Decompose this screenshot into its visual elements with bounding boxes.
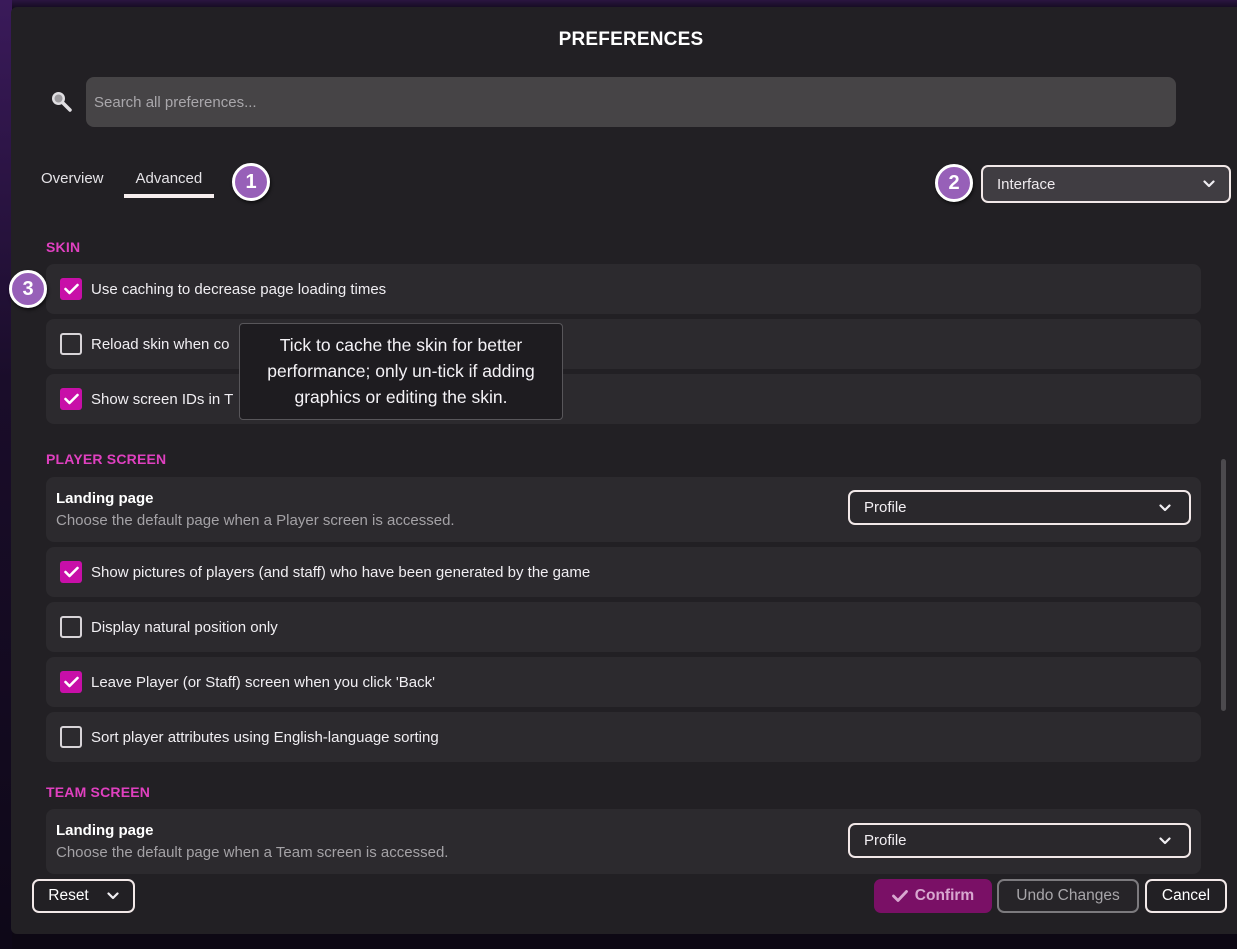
search-icon <box>52 92 72 112</box>
section-title-player-screen: PLAYER SCREEN <box>46 451 167 467</box>
landing-page-description: Choose the default page when a Team scre… <box>56 844 449 861</box>
annotation-badge-1: 1 <box>232 163 270 201</box>
chevron-down-icon <box>1159 503 1171 511</box>
checkmark-icon <box>63 676 79 688</box>
checkbox-show-screen-ids[interactable] <box>60 388 82 410</box>
setting-row-reload-skin[interactable]: Reload skin when co <box>46 319 1201 369</box>
setting-label: Show pictures of players (and staff) who… <box>91 563 591 581</box>
confirm-button[interactable]: Confirm <box>874 879 992 913</box>
checkmark-icon <box>63 393 79 405</box>
player-landing-page-dropdown[interactable]: Profile <box>848 490 1191 525</box>
reset-button[interactable]: Reset <box>32 879 135 913</box>
checkbox-leave-player-screen[interactable] <box>60 671 82 693</box>
scrollbar[interactable] <box>1221 459 1226 711</box>
tab-advanced[interactable]: Advanced <box>123 162 215 198</box>
setting-label: Reload skin when co <box>91 335 230 353</box>
team-landing-page-dropdown[interactable]: Profile <box>848 823 1191 858</box>
tab-overview[interactable]: Overview <box>29 162 116 197</box>
setting-row-team-landing-page: Landing page Choose the default page whe… <box>46 809 1201 874</box>
landing-page-title: Landing page <box>56 822 154 839</box>
landing-page-title: Landing page <box>56 490 154 507</box>
checkbox-natural-position[interactable] <box>60 616 82 638</box>
dialog-title: PREFERENCES <box>558 29 704 50</box>
setting-row-show-screen-ids[interactable]: Show screen IDs in T <box>46 374 1201 424</box>
chevron-down-icon <box>1159 836 1171 844</box>
setting-row-show-pictures[interactable]: Show pictures of players (and staff) who… <box>46 547 1201 597</box>
preferences-dialog: PREFERENCES Overview Advanced 1 2 Interf… <box>9 7 1237 934</box>
section-title-skin: SKIN <box>46 239 81 255</box>
checkbox-show-pictures[interactable] <box>60 561 82 583</box>
setting-label: Display natural position only <box>91 618 278 636</box>
checkmark-icon <box>63 283 79 295</box>
tooltip: Tick to cache the skin for better perfor… <box>239 323 563 420</box>
annotation-badge-3: 3 <box>9 270 47 308</box>
confirm-label: Confirm <box>914 887 975 904</box>
setting-row-player-landing-page: Landing page Choose the default page whe… <box>46 477 1201 542</box>
category-dropdown[interactable]: Interface <box>981 165 1231 203</box>
tab-bar: Overview Advanced <box>29 162 222 198</box>
setting-row-use-caching[interactable]: Use caching to decrease page loading tim… <box>46 264 1201 314</box>
chevron-down-icon <box>1203 180 1215 188</box>
landing-page-text: Landing page Choose the default page whe… <box>56 822 448 861</box>
category-dropdown-value: Interface <box>997 175 1056 193</box>
annotation-badge-2: 2 <box>935 164 973 202</box>
checkbox-use-caching[interactable] <box>60 278 82 300</box>
chevron-down-icon <box>107 892 119 900</box>
dropdown-value: Profile <box>864 499 907 516</box>
checkmark-icon <box>63 566 79 578</box>
setting-label: Show screen IDs in T <box>91 390 234 408</box>
setting-label: Sort player attributes using English-lan… <box>91 728 439 746</box>
landing-page-text: Landing page Choose the default page whe… <box>56 490 455 529</box>
checkbox-english-sorting[interactable] <box>60 726 82 748</box>
cancel-button[interactable]: Cancel <box>1145 879 1227 913</box>
setting-label: Use caching to decrease page loading tim… <box>91 280 387 298</box>
landing-page-description: Choose the default page when a Player sc… <box>56 512 455 529</box>
setting-row-natural-position[interactable]: Display natural position only <box>46 602 1201 652</box>
section-title-team-screen: TEAM SCREEN <box>46 784 151 800</box>
setting-row-leave-player-screen[interactable]: Leave Player (or Staff) screen when you … <box>46 657 1201 707</box>
checkbox-reload-skin[interactable] <box>60 333 82 355</box>
dropdown-value: Profile <box>864 832 907 849</box>
setting-row-english-sorting[interactable]: Sort player attributes using English-lan… <box>46 712 1201 762</box>
search-input[interactable] <box>86 77 1176 127</box>
checkmark-icon <box>891 890 908 902</box>
undo-changes-button[interactable]: Undo Changes <box>997 879 1139 913</box>
reset-label: Reset <box>48 887 89 904</box>
setting-label: Leave Player (or Staff) screen when you … <box>91 673 435 691</box>
